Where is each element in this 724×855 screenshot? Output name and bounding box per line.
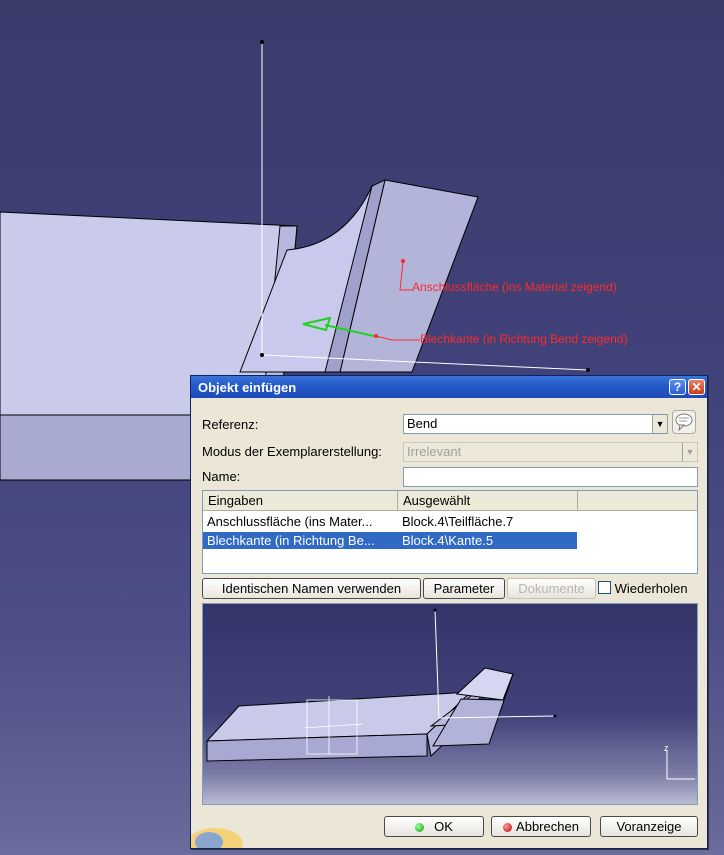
ok-button[interactable]: OK: [384, 816, 484, 837]
preview-drawing: z: [205, 608, 695, 780]
modus-value: Irrelevant: [407, 444, 462, 459]
help-button[interactable]: ?: [669, 379, 686, 395]
red-dot-icon: [503, 823, 513, 832]
row-eingabe: Anschlussfläche (ins Mater...: [207, 514, 373, 529]
repeat-checkbox[interactable]: [598, 581, 611, 594]
axis-z-label: z: [664, 743, 669, 753]
annotation-anschlussflaeche[interactable]: Anschlussfläche (ins Material zeigend): [412, 280, 617, 294]
name-label: Name:: [202, 469, 241, 484]
close-button[interactable]: ✕: [688, 379, 705, 395]
referenz-label: Referenz:: [202, 417, 259, 432]
repeat-label: Wiederholen: [614, 581, 688, 596]
annotation-blechkante[interactable]: Blechkante (in Richtung Bend zeigend): [420, 332, 627, 346]
row-eingabe: Blechkante (in Richtung Be...: [203, 532, 398, 549]
comment-button[interactable]: [672, 410, 696, 434]
compass-axes: [666, 750, 695, 780]
green-dot-icon: [415, 823, 425, 832]
catia-logo-icon: [191, 828, 243, 848]
cancel-label: Abbrechen: [516, 819, 579, 834]
identical-names-button[interactable]: Identischen Namen verwenden: [202, 578, 421, 599]
referenz-dropdown[interactable]: Bend ▼: [403, 414, 668, 434]
dialog-title: Objekt einfügen: [198, 380, 297, 395]
name-input[interactable]: [403, 467, 698, 487]
column-header-empty: [578, 491, 697, 511]
column-header-ausgewaehlt[interactable]: Ausgewählt: [398, 491, 578, 511]
preview-viewport[interactable]: z: [202, 603, 698, 805]
column-header-eingaben[interactable]: Eingaben: [203, 491, 398, 511]
chevron-down-icon[interactable]: ▼: [652, 415, 667, 433]
cancel-button[interactable]: Abbrechen: [491, 816, 591, 837]
repeat-checkbox-group[interactable]: Wiederholen: [598, 581, 688, 596]
row-ausgewaehlt: Block.4\Teilfläche.7: [402, 514, 514, 529]
chevron-down-icon: ▼: [682, 443, 697, 461]
speech-bubble-icon: [675, 413, 693, 432]
documents-button: Dokumente: [507, 578, 596, 599]
parameter-button[interactable]: Parameter: [423, 578, 505, 599]
referenz-value: Bend: [407, 416, 438, 431]
modus-dropdown: Irrelevant ▼: [403, 442, 698, 462]
preview-button[interactable]: Voranzeige: [600, 816, 698, 837]
dialog-titlebar[interactable]: Objekt einfügen ? ✕: [191, 376, 707, 398]
modus-label: Modus der Exemplarerstellung:: [202, 444, 382, 459]
row-ausgewaehlt: Block.4\Kante.5: [398, 532, 577, 549]
ok-label: OK: [434, 819, 453, 834]
inputs-table: Eingaben Ausgewählt Anschlussfläche (ins…: [202, 490, 698, 574]
